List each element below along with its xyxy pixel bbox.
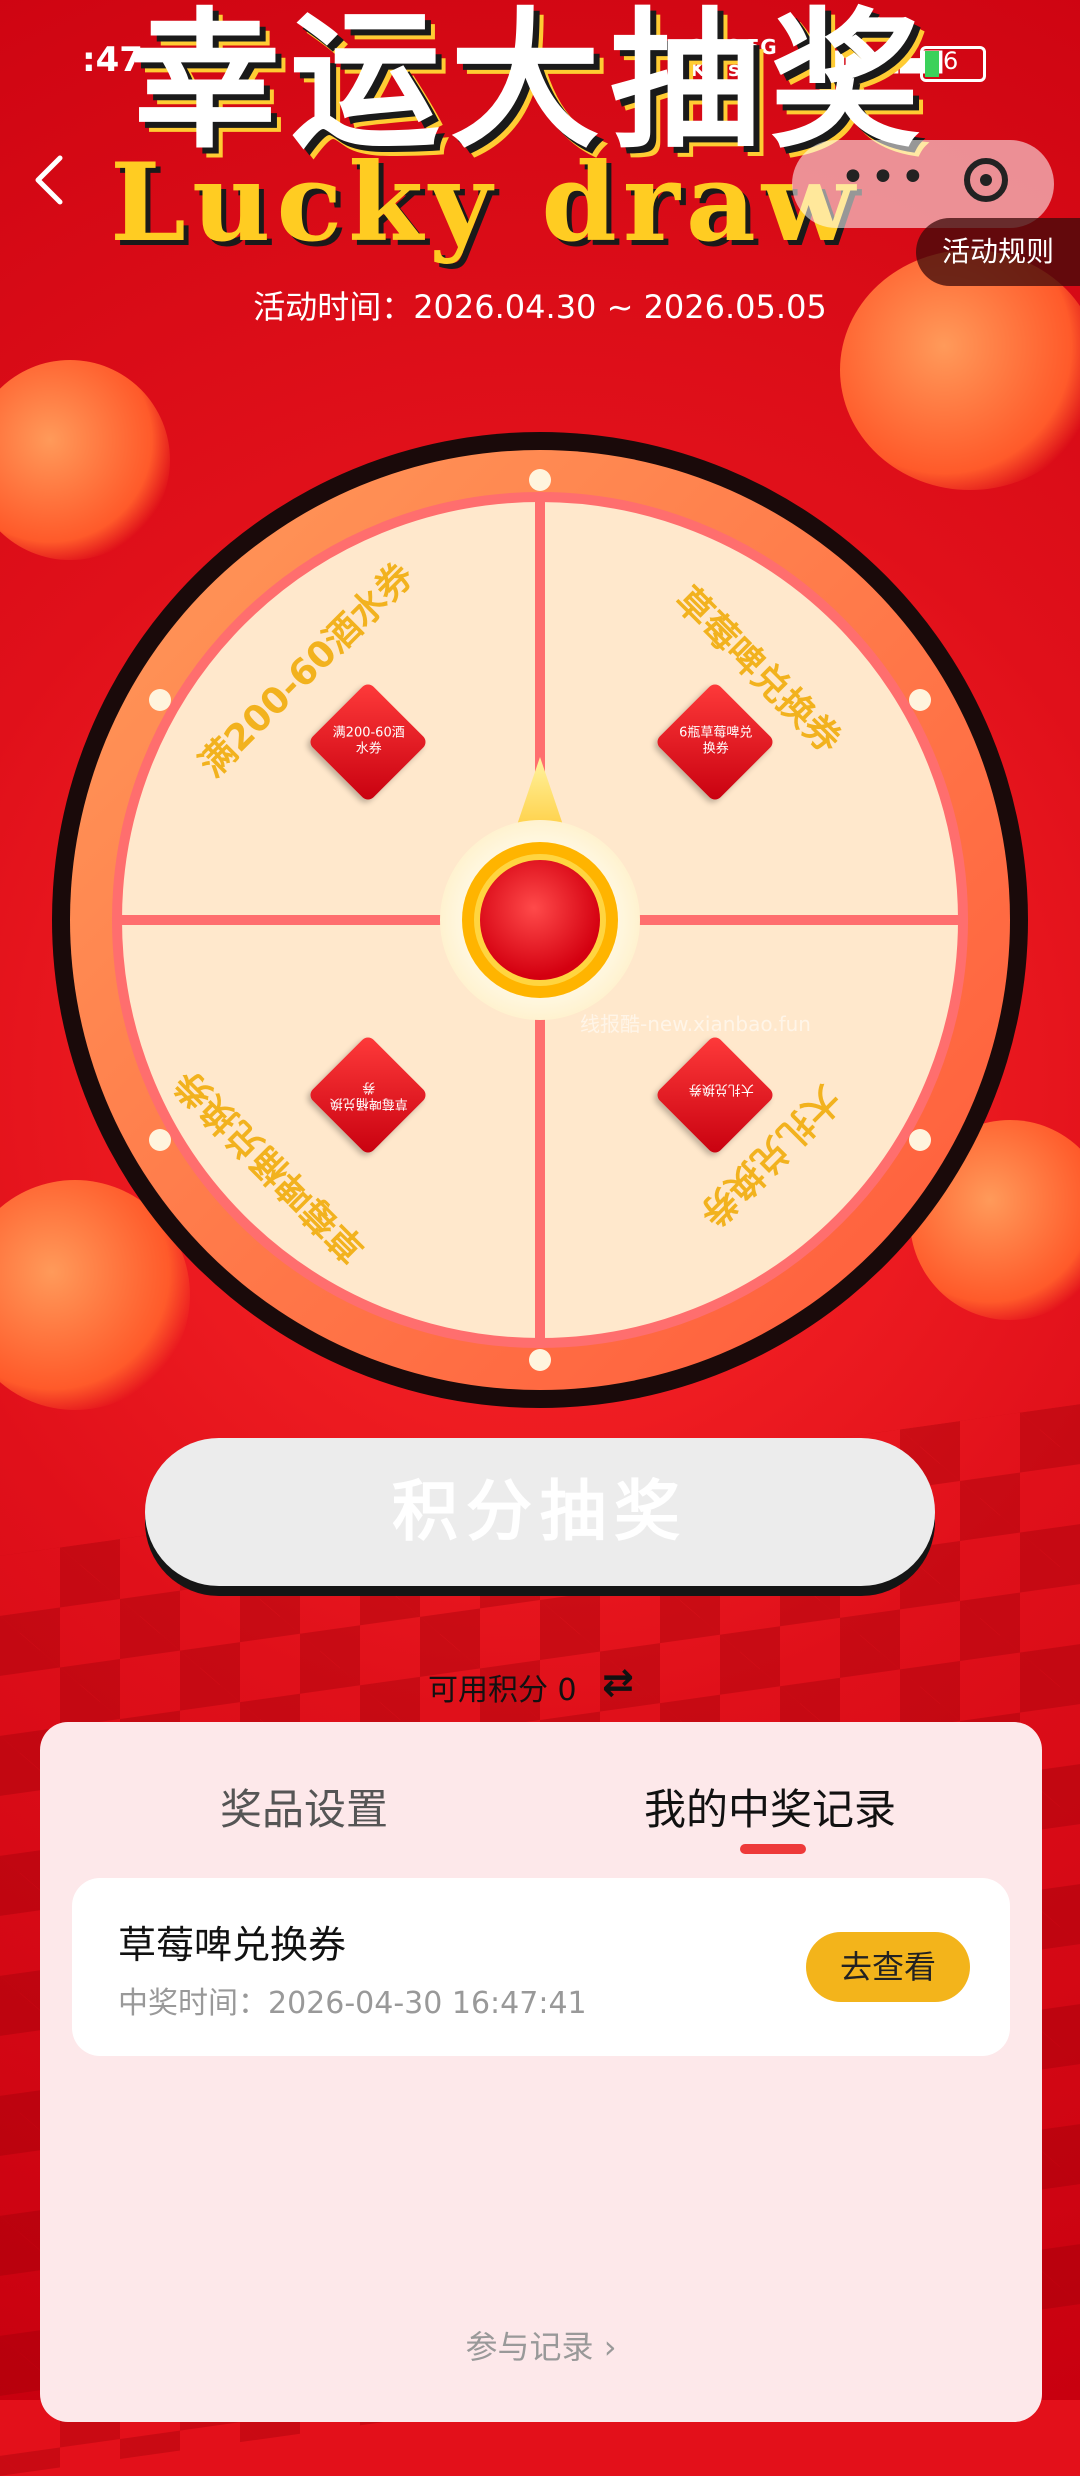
wheel-start-button[interactable] — [440, 820, 640, 1020]
record-title: 草莓啤兑换券 — [118, 1923, 347, 1967]
tab-indicator — [740, 1844, 806, 1854]
record-time: 中奖时间：2026-04-30 16:47:41 — [118, 1986, 587, 2021]
record-item: 草莓啤兑换券 中奖时间：2026-04-30 16:47:41 去查看 — [72, 1878, 1010, 2056]
target-icon[interactable] — [964, 158, 1008, 202]
available-points: 可用积分 0 — [428, 1673, 577, 1708]
chevron-right-icon: › — [603, 2328, 617, 2366]
participation-records-link[interactable]: 参与记录 › — [40, 2322, 1042, 2368]
rules-button[interactable]: 活动规则 — [916, 218, 1080, 286]
tab-prize-settings[interactable]: 奖品设置 — [220, 1776, 388, 1837]
view-button[interactable]: 去查看 — [806, 1932, 970, 2002]
points-draw-button[interactable]: 积分抽奖 — [145, 1438, 935, 1586]
swap-icon[interactable]: ⇄ — [602, 1660, 634, 1704]
chevron-left-icon[interactable] — [28, 150, 88, 210]
more-icon[interactable]: ••• — [840, 152, 930, 203]
activity-period: 活动时间：2026.04.30 ~ 2026.05.05 — [253, 288, 827, 326]
tab-my-records[interactable]: 我的中奖记录 — [644, 1776, 896, 1837]
records-panel: 奖品设置 我的中奖记录 草莓啤兑换券 中奖时间：2026-04-30 16:47… — [40, 1722, 1042, 2422]
prize-wheel: 满200-60酒水券 草莓啤兑换券 大扎兑换券 草莓啤桶兑换券 满200-60酒… — [52, 432, 1028, 1408]
watermark: 线报酷-new.xianbao.fun — [580, 1012, 811, 1036]
mini-program-capsule: ••• — [792, 140, 1054, 228]
